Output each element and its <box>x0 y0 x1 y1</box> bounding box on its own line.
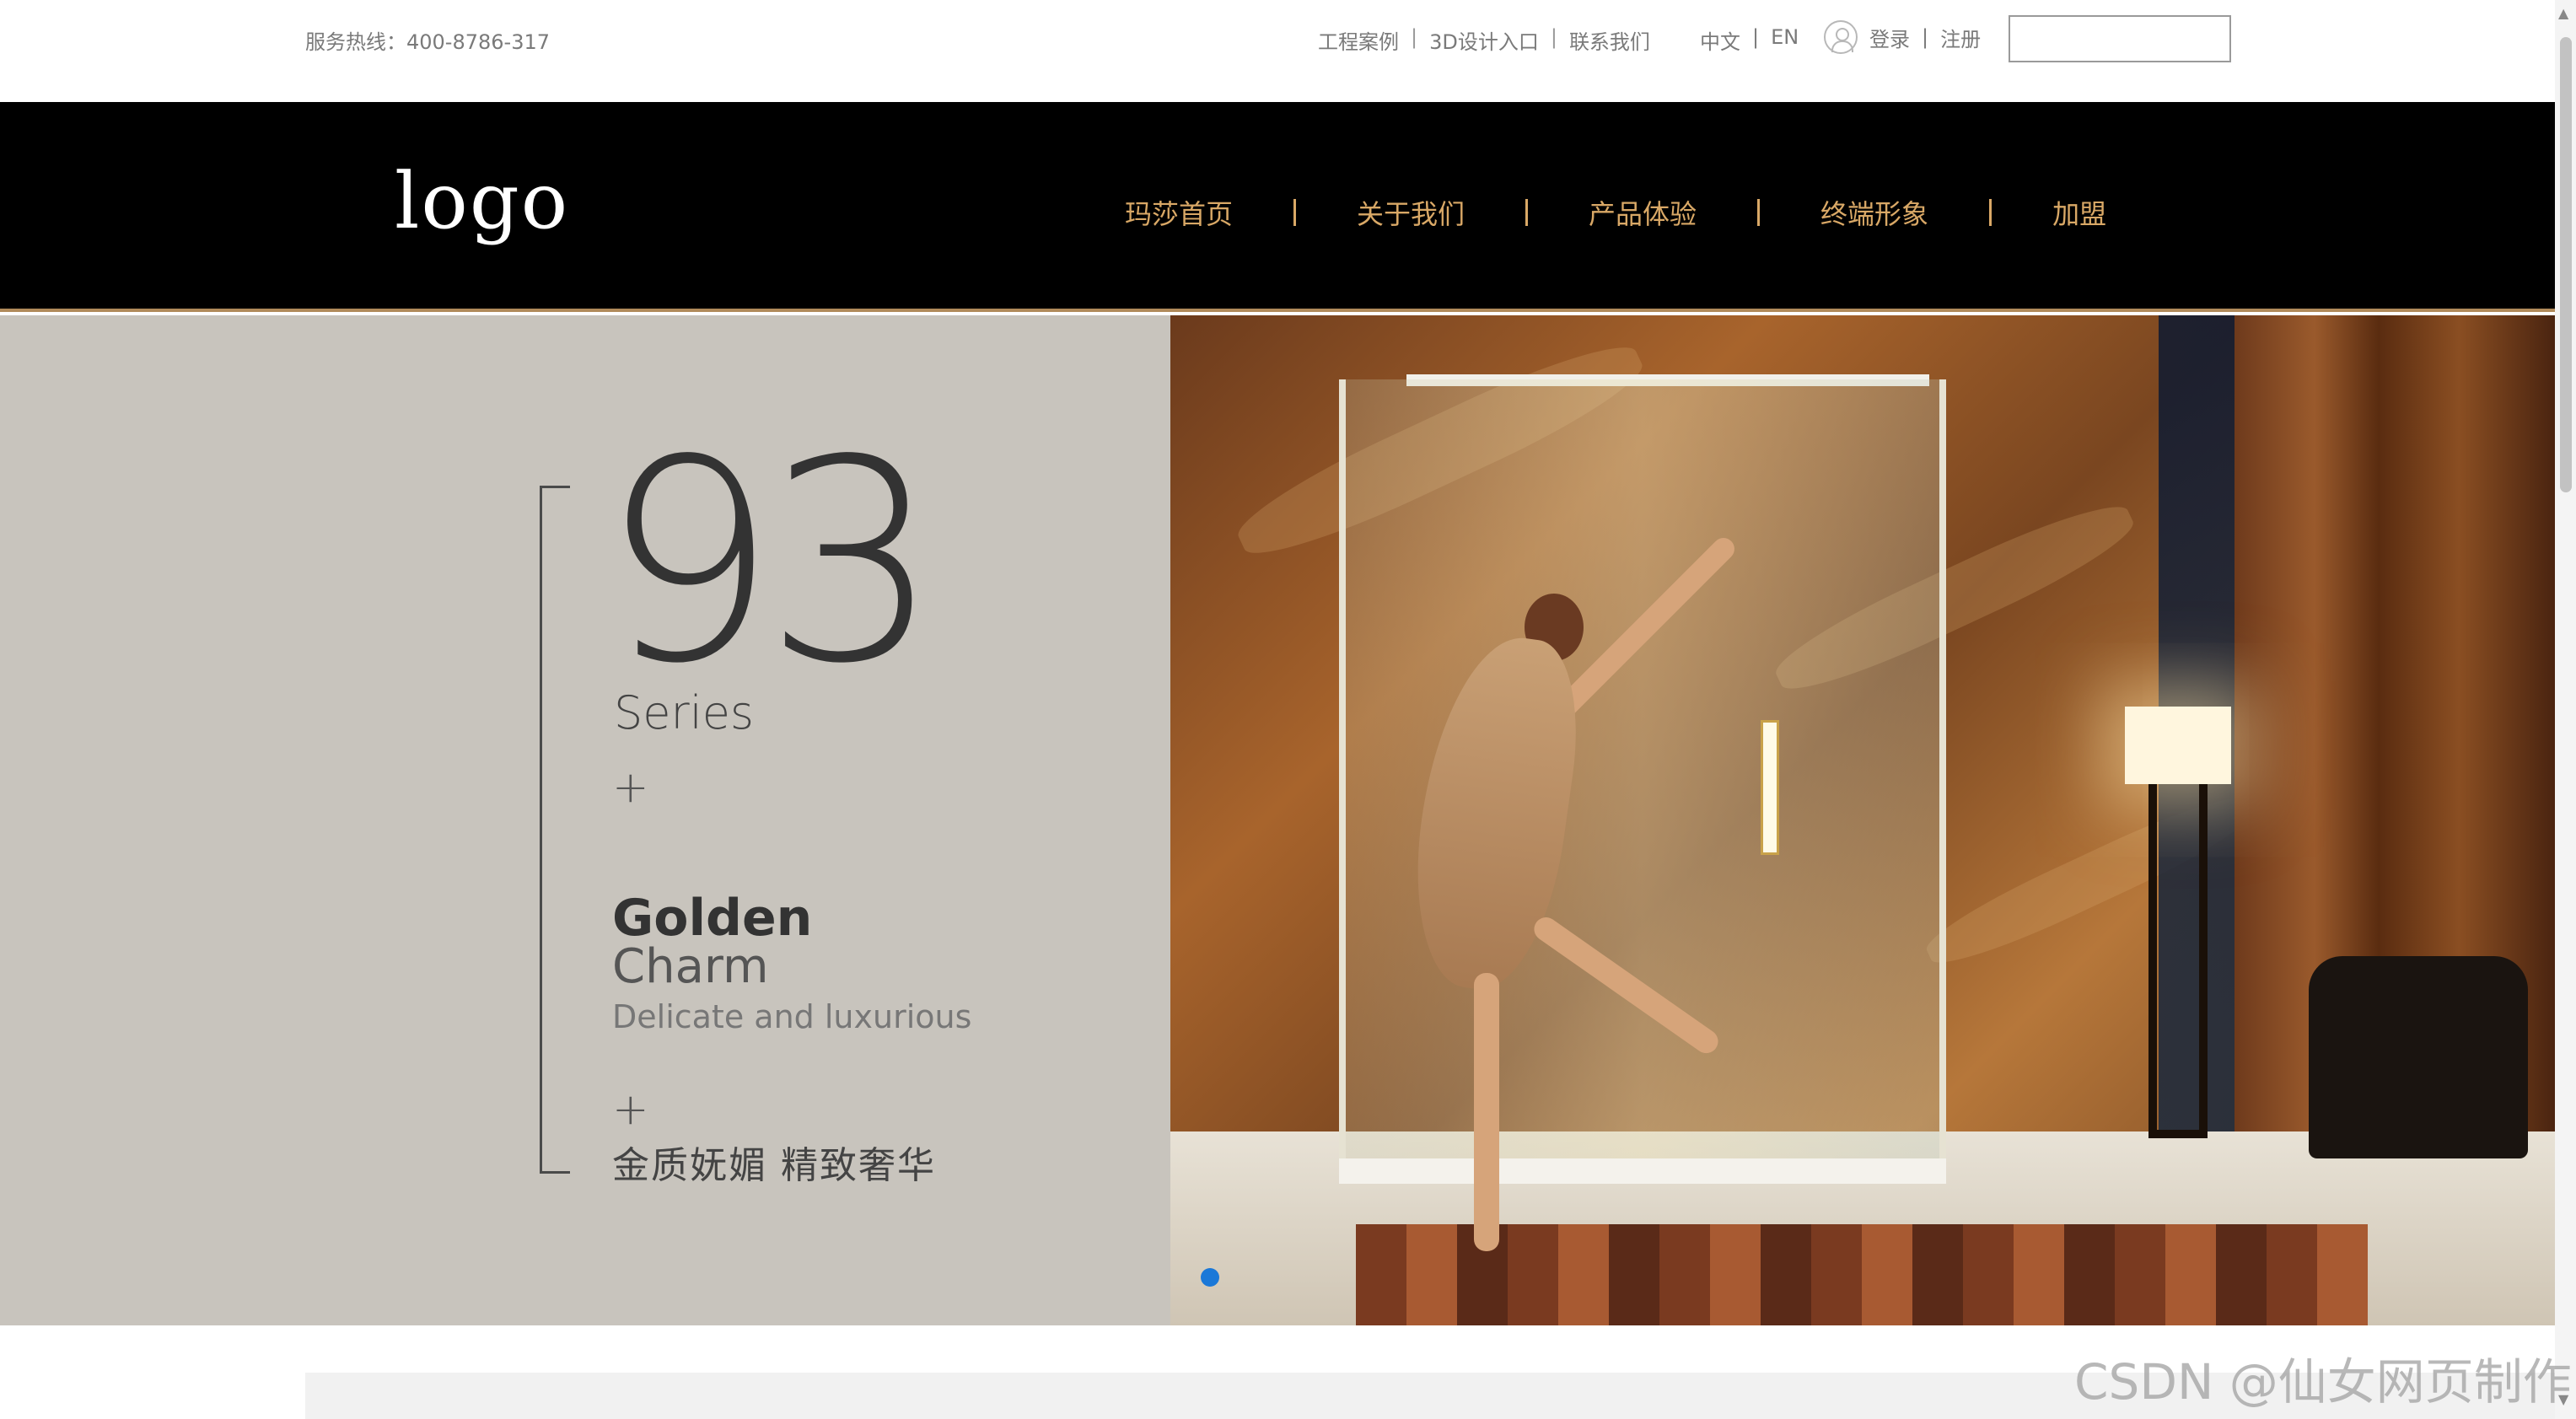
banner-photo <box>1170 315 2555 1325</box>
language-switch: 中文 | EN <box>1700 25 1799 55</box>
nav-home[interactable]: 玛莎首页 <box>1125 193 1233 232</box>
lang-chinese[interactable]: 中文 <box>1700 25 1740 55</box>
divider: | <box>1922 25 1929 49</box>
watermark: CSDN @仙女网页制作 <box>2074 1353 2572 1411</box>
nav-about[interactable]: 关于我们 <box>1357 193 1465 232</box>
divider: | <box>1411 25 1418 49</box>
login-link[interactable]: 登录 <box>1869 23 1910 52</box>
bracket-decoration <box>540 486 570 1174</box>
banner-text-panel: 93 Series + Golden Charm Delicate and lu… <box>0 315 1170 1325</box>
nav-stores[interactable]: 终端形象 <box>1820 193 1928 232</box>
user-links: 登录 | 注册 <box>1824 20 1981 54</box>
main-nav-bar: logo 玛莎首页 关于我们 产品体验 终端形象 加盟 <box>0 102 2555 312</box>
nav-products[interactable]: 产品体验 <box>1589 193 1697 232</box>
tagline-english: Delicate and luxurious <box>612 998 972 1035</box>
plus-icon: + <box>612 762 649 813</box>
charm-title: Charm <box>612 939 769 994</box>
nav-divider <box>1989 199 1993 226</box>
rug <box>1356 1224 2368 1325</box>
user-icon <box>1824 20 1858 54</box>
link-3d-design[interactable]: 3D设计入口 <box>1429 25 1539 55</box>
plus-icon: + <box>612 1084 649 1135</box>
series-number: 93 <box>600 400 941 724</box>
armchair <box>2309 956 2528 1158</box>
hero-banner[interactable]: 93 Series + Golden Charm Delicate and lu… <box>0 315 2555 1325</box>
scroll-thumb[interactable] <box>2560 37 2572 492</box>
series-label: Series <box>614 686 755 739</box>
divider: | <box>1752 25 1760 49</box>
link-projects[interactable]: 工程案例 <box>1318 25 1399 55</box>
shower-base <box>1339 1158 1946 1184</box>
service-hotline: 服务热线：400-8786-317 <box>305 30 551 54</box>
main-nav: 玛莎首页 关于我们 产品体验 终端形象 加盟 <box>1125 193 2106 232</box>
lamp-shade <box>2125 707 2231 784</box>
carousel-dot-active[interactable] <box>1201 1268 1219 1287</box>
register-link[interactable]: 注册 <box>1940 23 1981 52</box>
nav-divider <box>1757 199 1761 226</box>
lang-english[interactable]: EN <box>1771 25 1799 55</box>
nav-divider <box>1525 199 1529 226</box>
scrollbar[interactable]: ▲ ▼ <box>2555 0 2576 1419</box>
top-bar: 服务热线：400-8786-317 工程案例 | 3D设计入口 | 联系我们 中… <box>0 0 2555 102</box>
tagline-chinese: 金质妩媚 精致奢华 <box>612 1144 936 1187</box>
link-contact[interactable]: 联系我们 <box>1569 25 1650 55</box>
shower-handle <box>1761 720 1779 855</box>
top-links: 工程案例 | 3D设计入口 | 联系我们 <box>1318 25 1650 55</box>
divider: | <box>1550 25 1557 49</box>
search-input[interactable] <box>2009 15 2231 62</box>
dancer-leg <box>1474 973 1499 1251</box>
site-logo[interactable]: logo <box>395 156 569 246</box>
nav-divider <box>1293 199 1297 226</box>
scroll-up-arrow-icon[interactable]: ▲ <box>2558 5 2568 21</box>
lamp-stand <box>2148 784 2208 1138</box>
nav-franchise[interactable]: 加盟 <box>2052 193 2106 232</box>
